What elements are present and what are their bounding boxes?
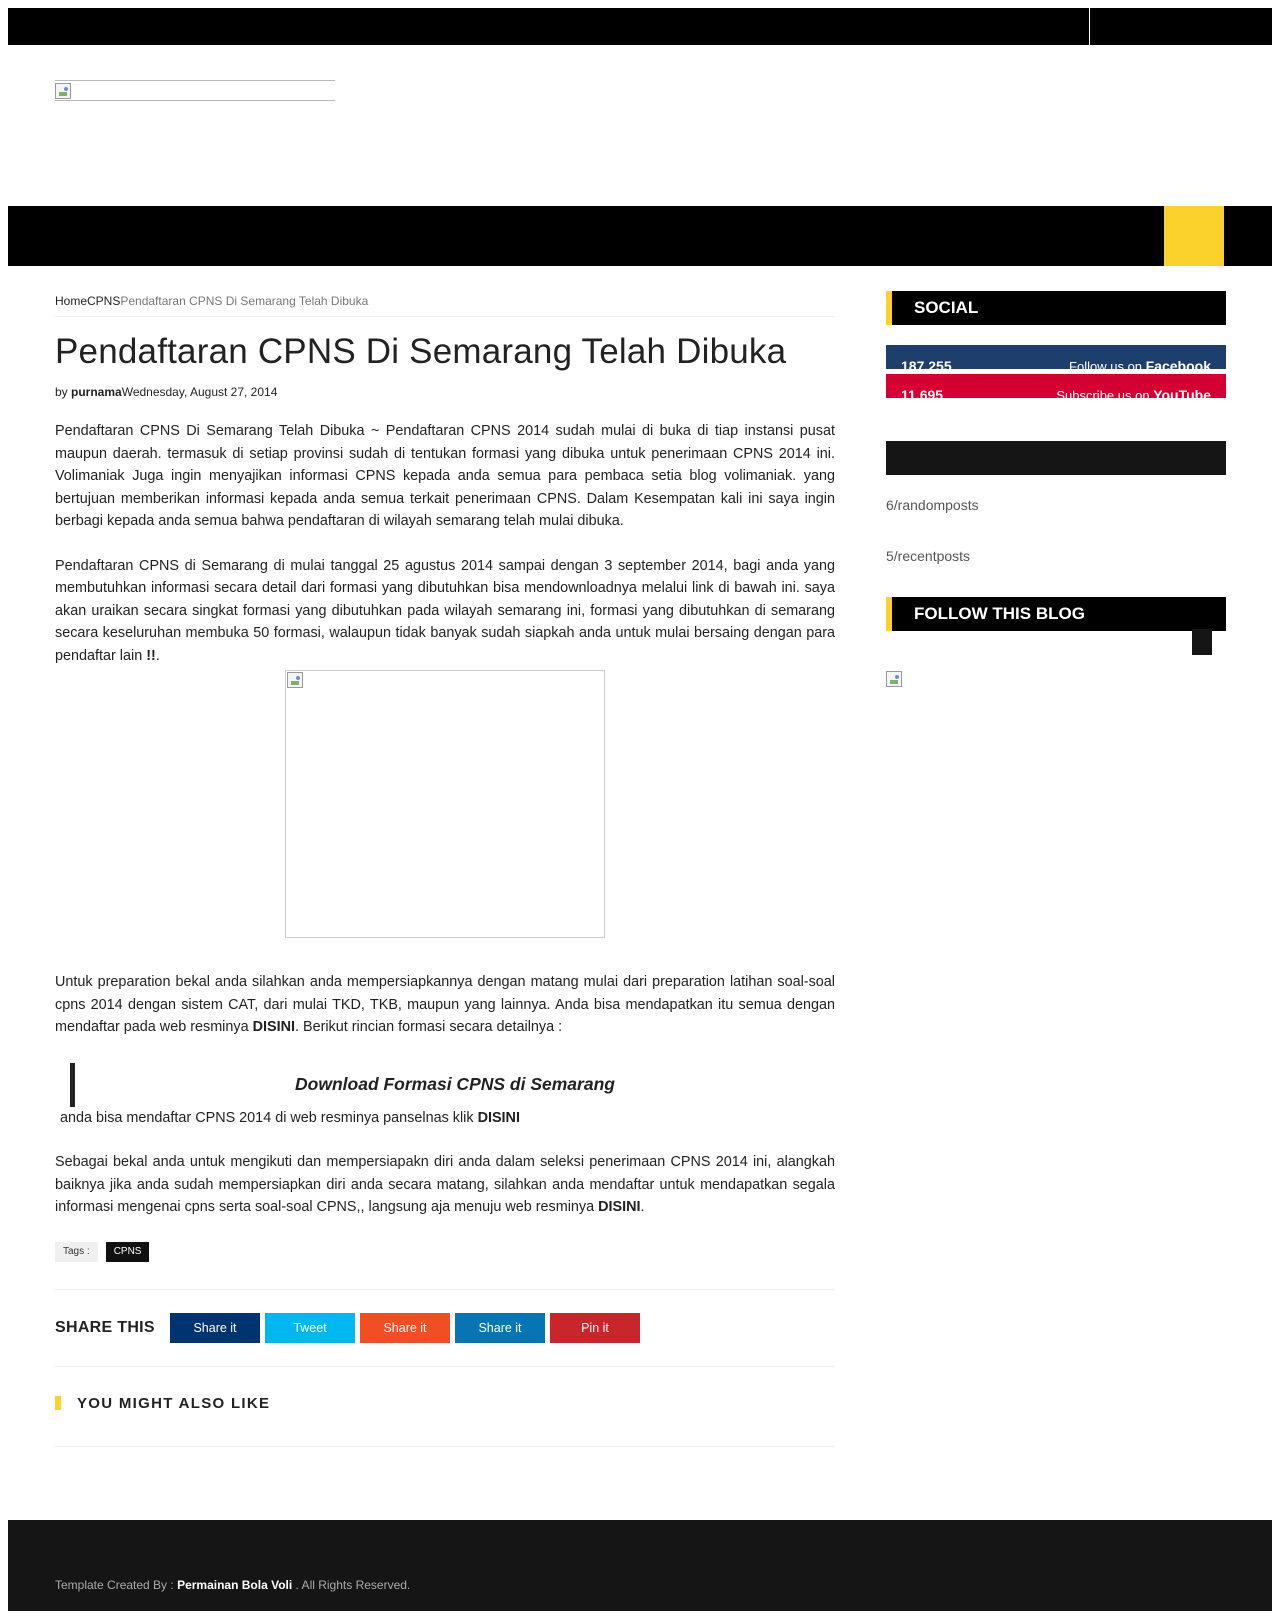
follow-widget-corner <box>1192 629 1212 655</box>
post-body: Pendaftaran CPNS Di Semarang Telah Dibuk… <box>55 420 835 1219</box>
post-paragraph-2-text: Pendaftaran CPNS di Semarang di mulai ta… <box>55 557 835 664</box>
share-section: SHARE THIS Share it Tweet Share it Share… <box>55 1288 835 1367</box>
related-posts-title: YOU MIGHT ALSO LIKE <box>77 1394 271 1412</box>
share-linkedin-button[interactable]: Share it <box>455 1312 545 1343</box>
disini-link-2[interactable]: DISINI <box>478 1110 520 1126</box>
breadcrumb-category[interactable]: CPNS <box>87 294 120 308</box>
sidebar: SOCIAL 187,255 Follow us on Facebook 11,… <box>886 291 1226 689</box>
broken-image-icon <box>886 671 902 687</box>
search-button[interactable] <box>1164 206 1224 266</box>
tags-label: Tags : <box>55 1241 98 1262</box>
facebook-label-brand: Facebook <box>1145 358 1211 369</box>
post-paragraph-2-emphasis: !! <box>146 647 156 664</box>
breadcrumb-home[interactable]: Home <box>55 294 87 308</box>
post-title: Pendaftaran CPNS Di Semarang Telah Dibuk… <box>55 332 787 371</box>
main-navigation <box>8 206 1272 266</box>
top-bar <box>8 8 1272 45</box>
post-paragraph-1: Pendaftaran CPNS Di Semarang Telah Dibuk… <box>55 423 835 529</box>
post-paragraph-2-tail: . <box>155 647 160 664</box>
post-author[interactable]: purnama <box>71 385 122 399</box>
top-bar-divider <box>1089 8 1090 45</box>
follow-widget-title: FOLLOW THIS BLOG <box>886 597 1226 655</box>
post-paragraph-3-tail: . Berikut rincian formasi secara detailn… <box>294 1019 563 1035</box>
site-logo[interactable] <box>55 80 335 101</box>
post-paragraph-5: Sebagai bekal anda untuk mengikuti dan m… <box>55 1151 835 1219</box>
empty-widget-header <box>886 441 1226 475</box>
post-paragraph-5-text: Sebagai bekal anda untuk mengikuti dan m… <box>55 1154 835 1215</box>
tag-cpns[interactable]: CPNS <box>105 1241 150 1262</box>
post-date: Wednesday, August 27, 2014 <box>121 385 278 399</box>
broken-image-icon <box>287 672 303 688</box>
post-image <box>285 670 605 938</box>
youtube-label-prefix: Subscribe us on <box>1056 388 1154 398</box>
facebook-label-prefix: Follow us on <box>1069 359 1146 369</box>
share-facebook-button[interactable]: Share it <box>170 1312 260 1343</box>
footer-link[interactable]: Permainan Bola Voli <box>177 1578 292 1592</box>
follow-image[interactable] <box>886 671 904 689</box>
youtube-counter[interactable]: 11,695 Subscribe us on YouTube <box>886 374 1226 398</box>
breadcrumb: HomeCPNSPendaftaran CPNS Di Semarang Tel… <box>55 285 835 317</box>
youtube-label: Subscribe us on YouTube <box>1056 387 1211 398</box>
follow-widget-title-text: FOLLOW THIS BLOG <box>914 604 1085 623</box>
random-posts-widget: 6/randomposts <box>886 497 979 513</box>
post-paragraph-4-text: anda bisa mendaftar CPNS 2014 di web res… <box>60 1109 478 1126</box>
share-twitter-button[interactable]: Tweet <box>265 1312 355 1343</box>
social-counters: 187,255 Follow us on Facebook 11,695 Sub… <box>886 345 1226 399</box>
related-posts: YOU MIGHT ALSO LIKE <box>55 1367 835 1447</box>
main-content: HomeCPNSPendaftaran CPNS Di Semarang Tel… <box>55 285 835 1447</box>
post-paragraph-5-tail: . <box>640 1199 645 1215</box>
post-tags: Tags : CPNS <box>55 1241 835 1262</box>
post-meta: by purnamaWednesday, August 27, 2014 <box>55 385 835 401</box>
download-quote-text[interactable]: Download Formasi CPNS di Semarang <box>295 1073 615 1096</box>
share-pinterest-button[interactable]: Pin it <box>550 1312 640 1343</box>
post-paragraph-2: Pendaftaran CPNS di Semarang di mulai ta… <box>55 555 835 668</box>
related-posts-accent <box>55 1395 61 1410</box>
footer-prefix: Template Created By : <box>55 1578 178 1592</box>
share-title: SHARE THIS <box>55 1318 155 1336</box>
footer-credit: Template Created By : Permainan Bola Vol… <box>55 1578 410 1592</box>
footer: Template Created By : Permainan Bola Vol… <box>8 1520 1272 1611</box>
facebook-count: 187,255 <box>901 358 952 369</box>
disini-link-3[interactable]: DISINI <box>598 1199 640 1215</box>
breadcrumb-current: Pendaftaran CPNS Di Semarang Telah Dibuk… <box>120 294 369 308</box>
share-google-button[interactable]: Share it <box>360 1312 450 1343</box>
recent-posts-widget: 5/recentposts <box>886 548 971 564</box>
download-quote[interactable]: Download Formasi CPNS di Semarang <box>70 1062 835 1107</box>
post-meta-by: by <box>55 385 72 399</box>
facebook-label: Follow us on Facebook <box>1069 358 1211 369</box>
broken-image-icon <box>55 83 71 99</box>
social-widget-title: SOCIAL <box>886 291 1226 325</box>
facebook-counter[interactable]: 187,255 Follow us on Facebook <box>886 345 1226 369</box>
youtube-count: 11,695 <box>901 387 944 398</box>
post-paragraph-3: Untuk preparation bekal anda silahkan an… <box>55 971 835 1039</box>
footer-suffix: . All Rights Reserved. <box>292 1578 411 1592</box>
youtube-label-brand: YouTube <box>1153 387 1211 398</box>
disini-link-1[interactable]: DISINI <box>253 1019 295 1035</box>
post-paragraph-4: anda bisa mendaftar CPNS 2014 di web res… <box>55 1107 835 1130</box>
